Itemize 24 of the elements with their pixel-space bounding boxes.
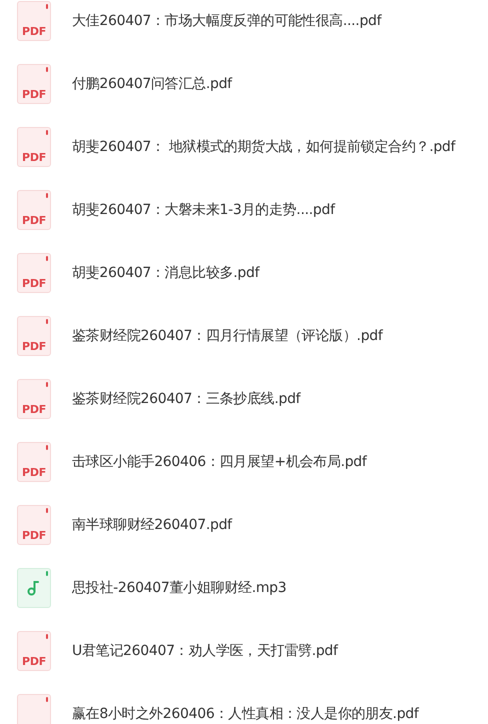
pdf-label: PDF bbox=[22, 26, 46, 37]
pdf-label: PDF bbox=[22, 341, 46, 352]
music-file-icon bbox=[17, 568, 51, 608]
pdf-label: PDF bbox=[22, 530, 46, 541]
file-name[interactable]: 南半球聊财经260407.pdf bbox=[72, 514, 232, 536]
pdf-label: PDF bbox=[22, 89, 46, 100]
pdf-label: PDF bbox=[22, 656, 46, 667]
pdf-label: PDF bbox=[22, 278, 46, 289]
pdf-label: PDF bbox=[22, 215, 46, 226]
file-name[interactable]: 胡斐260407： 地狱模式的期货大战，如何提前锁定合约？.pdf bbox=[72, 136, 456, 158]
file-name[interactable]: 击球区小能手260406：四月展望+机会布局.pdf bbox=[72, 452, 367, 472]
file-name[interactable]: 付鹏260407问答汇总.pdf bbox=[72, 74, 232, 94]
file-name[interactable]: 胡斐260407：大磐未来1-3月的走势....pdf bbox=[72, 200, 335, 220]
file-name[interactable]: 赢在8小时之外260406：人性真相：没人是你的朋友.pdf bbox=[72, 704, 419, 724]
file-name[interactable]: 大佳260407：市场大幅度反弹的可能性很高....pdf bbox=[72, 10, 382, 32]
pdf-file-icon bbox=[17, 694, 51, 724]
file-name[interactable]: 胡斐260407：消息比较多.pdf bbox=[72, 262, 260, 284]
pdf-label: PDF bbox=[22, 467, 46, 478]
file-name[interactable]: 鉴茶财经院260407：四月行情展望（评论版）.pdf bbox=[72, 326, 382, 346]
file-name[interactable]: 思投社-260407董小姐聊财经.mp3 bbox=[72, 578, 286, 598]
file-name[interactable]: U君笔记260407：劝人学医，天打雷劈.pdf bbox=[72, 640, 338, 662]
pdf-label: PDF bbox=[22, 404, 46, 415]
file-name[interactable]: 鉴茶财经院260407：三条抄底线.pdf bbox=[72, 388, 300, 410]
pdf-label: PDF bbox=[22, 152, 46, 163]
